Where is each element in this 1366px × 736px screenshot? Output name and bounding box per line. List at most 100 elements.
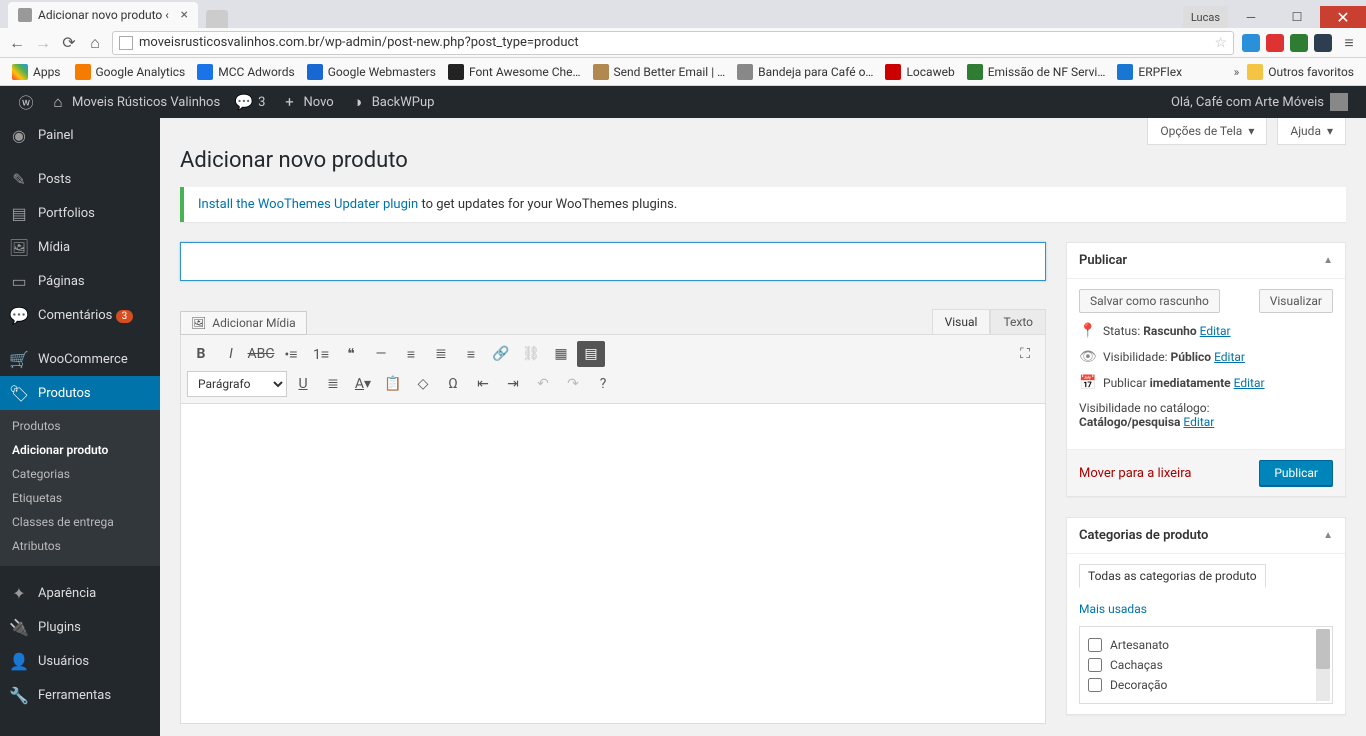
toolbar-toggle-icon[interactable]: ▤ xyxy=(577,341,605,367)
submenu-item[interactable]: Produtos xyxy=(0,414,160,438)
preview-button[interactable]: Visualizar xyxy=(1259,289,1333,313)
menu-item-aparência[interactable]: ✦Aparência xyxy=(0,576,160,610)
wp-logo[interactable]: ⓦ xyxy=(10,86,42,118)
toggle-icon[interactable]: ▲ xyxy=(1323,255,1333,266)
ext-icon[interactable] xyxy=(1242,34,1260,52)
bookmark-item[interactable]: MCC Adwords xyxy=(191,61,300,83)
editor-tab-visual[interactable]: Visual xyxy=(932,309,991,334)
category-tab-all[interactable]: Todas as categorias de produto xyxy=(1079,564,1266,588)
bookmarks-overflow-icon[interactable]: » xyxy=(1234,65,1240,79)
submenu-item[interactable]: Etiquetas xyxy=(0,486,160,510)
hr-icon[interactable]: — xyxy=(367,341,395,367)
bold-icon[interactable]: B xyxy=(187,341,215,367)
category-list[interactable]: ArtesanatoCachaçasDecoração xyxy=(1079,626,1333,704)
menu-item-plugins[interactable]: 🔌Plugins xyxy=(0,610,160,644)
account-menu[interactable]: Olá, Café com Arte Móveis xyxy=(1163,86,1356,118)
chrome-user-badge[interactable]: Lucas xyxy=(1183,6,1228,28)
category-checkbox[interactable] xyxy=(1088,638,1102,652)
reload-icon[interactable]: ⟳ xyxy=(60,34,78,52)
new-content[interactable]: +Novo xyxy=(273,86,341,118)
content-editor[interactable] xyxy=(180,404,1046,724)
submenu-item[interactable]: Classes de entrega xyxy=(0,510,160,534)
format-select[interactable]: Parágrafo xyxy=(187,371,287,397)
clear-format-icon[interactable]: ◇ xyxy=(409,371,437,397)
add-media-button[interactable]: 🖼 Adicionar Mídia xyxy=(180,311,307,335)
bookmark-item[interactable]: Bandeja para Café o… xyxy=(731,61,879,83)
help-icon[interactable]: ? xyxy=(589,371,617,397)
address-bar[interactable]: ☆ xyxy=(112,31,1234,55)
submenu-item[interactable]: Adicionar produto xyxy=(0,438,160,462)
category-tab-used[interactable]: Mais usadas xyxy=(1079,602,1147,616)
tab-close-icon[interactable]: × xyxy=(181,7,188,23)
chrome-menu-icon[interactable]: ≡ xyxy=(1340,34,1358,52)
category-item[interactable]: Decoração xyxy=(1088,675,1324,695)
menu-item-usuários[interactable]: 👤Usuários xyxy=(0,644,160,678)
other-bookmarks[interactable]: Outros favoritos xyxy=(1241,61,1360,83)
submenu-item[interactable]: Categorias xyxy=(0,462,160,486)
toggle-icon[interactable]: ▲ xyxy=(1323,530,1333,541)
forward-icon[interactable]: → xyxy=(34,34,52,52)
menu-item-produtos[interactable]: 🏷Produtos xyxy=(0,376,160,410)
publish-button[interactable]: Publicar xyxy=(1259,460,1333,486)
category-item[interactable]: Artesanato xyxy=(1088,635,1324,655)
more-icon[interactable]: ▦ xyxy=(547,341,575,367)
apps-button[interactable]: Apps xyxy=(6,61,67,83)
align-center-icon[interactable]: ≣ xyxy=(427,341,455,367)
undo-icon[interactable]: ↶ xyxy=(529,371,557,397)
ext-icon[interactable] xyxy=(1266,34,1284,52)
backwpup-link[interactable]: ◑BackWPup xyxy=(342,86,443,118)
new-tab-button[interactable] xyxy=(206,10,228,28)
submenu-item[interactable]: Atributos xyxy=(0,534,160,558)
bookmark-item[interactable]: ERPFlex xyxy=(1111,61,1188,83)
bookmark-item[interactable]: Locaweb xyxy=(879,61,960,83)
bookmark-item[interactable]: Google Webmasters xyxy=(301,61,442,83)
edit-date-link[interactable]: Editar xyxy=(1234,376,1265,390)
scrollbar[interactable] xyxy=(1316,629,1330,701)
unlink-icon[interactable]: ⛓ xyxy=(517,341,545,367)
save-draft-button[interactable]: Salvar como rascunho xyxy=(1079,289,1220,313)
menu-item-painel[interactable]: ◉Painel xyxy=(0,118,160,152)
ext-icon[interactable] xyxy=(1314,34,1332,52)
url-input[interactable] xyxy=(139,35,1208,50)
menu-item-woocommerce[interactable]: 🛒WooCommerce xyxy=(0,342,160,376)
menu-item-posts[interactable]: ✎Posts xyxy=(0,162,160,196)
scroll-thumb[interactable] xyxy=(1316,629,1330,669)
justify-icon[interactable]: ≣ xyxy=(319,371,347,397)
help-button[interactable]: Ajuda ▾ xyxy=(1277,118,1346,145)
link-icon[interactable]: 🔗 xyxy=(487,341,515,367)
product-title-input[interactable] xyxy=(180,242,1046,281)
outdent-icon[interactable]: ⇤ xyxy=(469,371,497,397)
menu-item-mídia[interactable]: 🖼Mídia xyxy=(0,230,160,264)
align-left-icon[interactable]: ≡ xyxy=(397,341,425,367)
comments-link[interactable]: 💬3 xyxy=(228,86,273,118)
number-list-icon[interactable]: 1≡ xyxy=(307,341,335,367)
browser-tab[interactable]: Adicionar novo produto ‹ × xyxy=(8,2,198,28)
special-char-icon[interactable]: Ω xyxy=(439,371,467,397)
home-icon[interactable]: ⌂ xyxy=(86,34,104,52)
screen-options-button[interactable]: Opções de Tela ▾ xyxy=(1147,118,1267,145)
bookmark-star-icon[interactable]: ☆ xyxy=(1214,35,1227,51)
window-minimize-icon[interactable]: ─ xyxy=(1228,6,1274,28)
move-to-trash-link[interactable]: Mover para a lixeira xyxy=(1079,466,1191,481)
window-maximize-icon[interactable]: ☐ xyxy=(1274,6,1320,28)
indent-icon[interactable]: ⇥ xyxy=(499,371,527,397)
align-right-icon[interactable]: ≡ xyxy=(457,341,485,367)
site-name[interactable]: ⌂Moveis Rústicos Valinhos xyxy=(42,86,228,118)
strike-icon[interactable]: ABC xyxy=(247,341,275,367)
window-close-icon[interactable]: ✕ xyxy=(1320,6,1366,28)
back-icon[interactable]: ← xyxy=(8,34,26,52)
menu-item-ferramentas[interactable]: 🔧Ferramentas xyxy=(0,678,160,712)
paste-icon[interactable]: 📋 xyxy=(379,371,407,397)
menu-item-portfolios[interactable]: ▤Portfolios xyxy=(0,196,160,230)
edit-visibility-link[interactable]: Editar xyxy=(1214,350,1245,364)
redo-icon[interactable]: ↷ xyxy=(559,371,587,397)
menu-item-páginas[interactable]: ▭Páginas xyxy=(0,264,160,298)
quote-icon[interactable]: ❝ xyxy=(337,341,365,367)
bookmark-item[interactable]: Send Better Email | … xyxy=(587,61,732,83)
edit-status-link[interactable]: Editar xyxy=(1200,324,1231,338)
underline-icon[interactable]: U xyxy=(289,371,317,397)
notice-link[interactable]: Install the WooThemes Updater plugin xyxy=(198,197,418,212)
bullet-list-icon[interactable]: •≡ xyxy=(277,341,305,367)
category-item[interactable]: Cachaças xyxy=(1088,655,1324,675)
category-checkbox[interactable] xyxy=(1088,678,1102,692)
